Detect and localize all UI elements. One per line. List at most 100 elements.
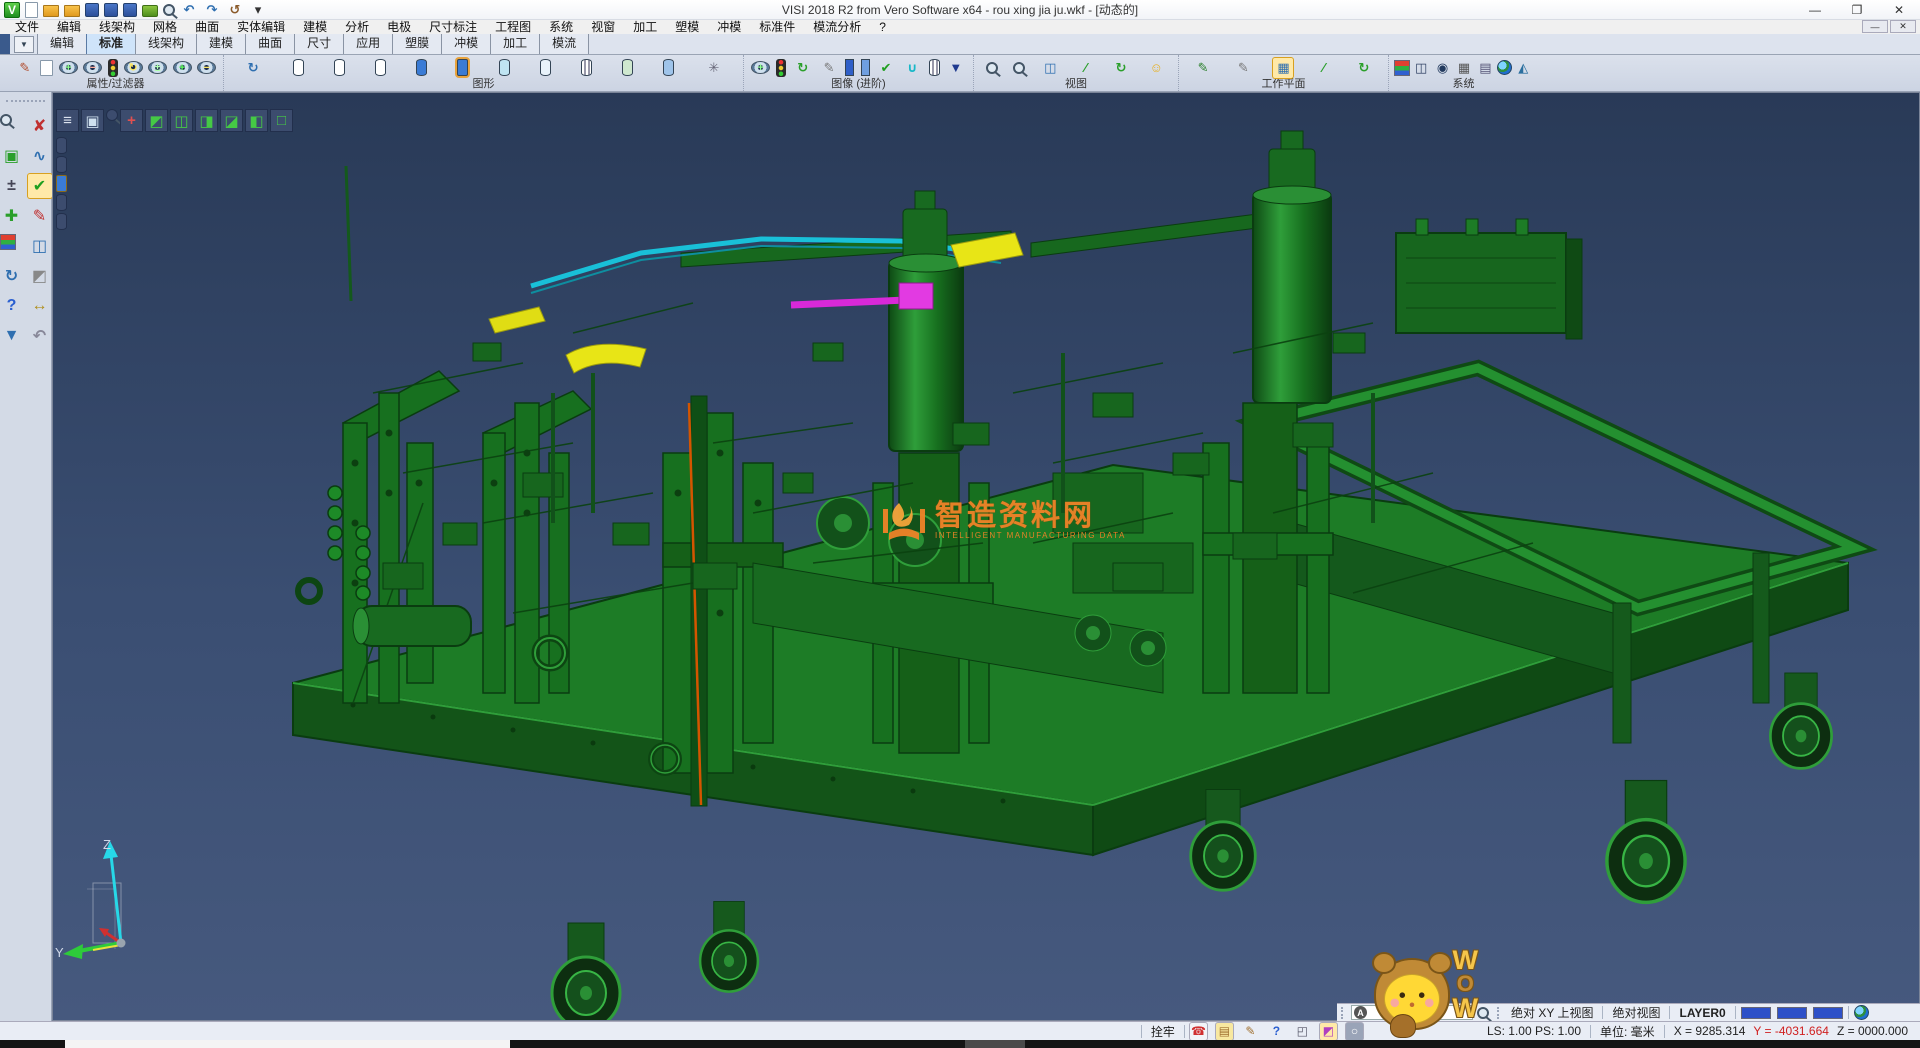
toolbar-grip[interactable] — [1341, 1007, 1347, 1019]
new-file-icon[interactable] — [25, 2, 38, 18]
redo-icon[interactable]: ↷ — [203, 1, 221, 19]
dynamic-axes-icon[interactable]: ✚ — [0, 204, 24, 228]
menu-drawing[interactable]: 工程图 — [486, 20, 540, 34]
recycle-bin-icon[interactable]: ▼ — [0, 324, 24, 348]
layer-recycle-icon[interactable] — [622, 59, 633, 76]
layer-slot-3-icon[interactable] — [56, 194, 67, 211]
print-icon[interactable] — [142, 5, 158, 17]
notes-icon[interactable]: ▤ — [1216, 1023, 1233, 1040]
world-status-icon[interactable] — [1854, 1005, 1869, 1020]
bar-solid-icon[interactable] — [845, 59, 854, 76]
check-visible-icon[interactable]: ✔ — [876, 58, 896, 78]
layer-current-icon[interactable] — [457, 59, 468, 76]
measure-distance-icon[interactable]: ↔ — [28, 294, 52, 318]
active-layer-button[interactable]: LAYER0 — [1675, 1006, 1729, 1020]
lock-toggle[interactable]: 拴牢 — [1147, 1023, 1179, 1040]
menu-window[interactable]: 视窗 — [582, 20, 624, 34]
layers-palette-icon[interactable] — [0, 234, 16, 250]
minimize-button[interactable]: — — [1794, 0, 1836, 19]
menu-die[interactable]: 冲模 — [708, 20, 750, 34]
maximize-button[interactable]: ❐ — [1836, 0, 1878, 19]
shading-cube-icon[interactable]: ◩ — [28, 264, 52, 288]
layer-clip-slot-icon[interactable] — [56, 213, 67, 230]
right-view-icon[interactable]: ◪ — [220, 109, 243, 132]
zoom-inout-icon[interactable]: ± — [0, 174, 24, 198]
view-mode-button[interactable]: 绝对 XY 上视图 — [1507, 1004, 1597, 1021]
show-all-icon[interactable]: + — [173, 61, 192, 74]
layer-clip-icon[interactable] — [581, 59, 592, 76]
menu-standard-parts[interactable]: 标准件 — [750, 20, 804, 34]
open-model-icon[interactable] — [64, 5, 80, 17]
refresh-layers-icon[interactable]: ↻ — [243, 58, 263, 78]
layer-slot-2-icon[interactable] — [56, 156, 67, 173]
layer-tools-icon[interactable]: ✳ — [704, 58, 724, 78]
close-button[interactable]: ✕ — [1878, 0, 1920, 19]
regen-view-icon[interactable]: ↻ — [0, 264, 24, 288]
layer-pale-icon[interactable] — [540, 59, 551, 76]
traffic-advanced-icon[interactable] — [776, 59, 786, 77]
undo-last-icon[interactable]: ↶ — [28, 324, 52, 348]
world-icon[interactable] — [1497, 60, 1512, 75]
toolbar-grip[interactable] — [6, 100, 45, 108]
menu-electrode[interactable]: 电极 — [378, 20, 420, 34]
tab-mould[interactable]: 塑膜 — [392, 31, 442, 54]
drafting-window-icon[interactable]: ◫ — [28, 234, 52, 258]
save-all-icon[interactable] — [123, 3, 137, 17]
tab-wireframe[interactable]: 线架构 — [135, 31, 197, 54]
layer-slot-1-icon[interactable] — [56, 137, 67, 154]
3d-viewport[interactable]: ≡▣+◩◫◨◪◧□ Z Y — [52, 92, 1920, 1021]
menu-wireframe[interactable]: 线架构 — [90, 20, 144, 34]
macro-icon[interactable]: ↺ — [226, 1, 244, 19]
tab-apply[interactable]: 应用 — [343, 31, 393, 54]
preview-zoom-icon[interactable] — [0, 114, 12, 126]
layer-empty-2-icon[interactable] — [334, 59, 345, 76]
absolute-view-button[interactable]: 绝对视图 — [1608, 1004, 1664, 1021]
assistant-avatar[interactable]: A — [1354, 1006, 1367, 1019]
layer-transfer-icon[interactable] — [663, 59, 674, 76]
pixel-grid-icon[interactable] — [1394, 60, 1410, 76]
section-line-icon[interactable]: ∕ — [1076, 58, 1096, 78]
color-swatch-2[interactable] — [1777, 1007, 1807, 1019]
open-file-icon[interactable] — [43, 5, 59, 17]
menu-surface[interactable]: 曲面 — [186, 20, 228, 34]
menu-help[interactable]: ? — [870, 20, 895, 34]
menu-analysis[interactable]: 分析 — [336, 20, 378, 34]
monitor-icon[interactable]: ◫ — [1411, 58, 1431, 78]
app-logo-icon[interactable]: V — [4, 2, 20, 18]
menu-flow-analysis[interactable]: 模流分析 — [804, 20, 870, 34]
rotate-view-icon[interactable]: ↻ — [1111, 58, 1131, 78]
color-swatch-1[interactable] — [1741, 1007, 1771, 1019]
fit-view-icon[interactable]: ▣ — [81, 109, 104, 132]
viewports-icon[interactable]: ◫ — [1040, 58, 1060, 78]
layer-light-icon[interactable] — [499, 59, 510, 76]
zoom-curve-icon[interactable] — [1013, 62, 1025, 74]
axonometric-icon[interactable]: + — [120, 109, 143, 132]
clip-u-icon[interactable]: ∪ — [902, 58, 922, 78]
menu-mesh[interactable]: 网格 — [144, 20, 186, 34]
sketch-spline-icon[interactable]: ∿ — [28, 144, 52, 168]
view-menu-icon[interactable]: ≡ — [56, 109, 79, 132]
export-package-icon[interactable]: ◰ — [1294, 1023, 1311, 1040]
workplane-axis-icon[interactable]: ∕ — [1314, 58, 1334, 78]
filter-funnel-icon[interactable]: ▼ — [946, 58, 966, 78]
show-entities-icon[interactable]: + — [59, 61, 78, 74]
mdi-close-button[interactable]: ✕ — [1890, 20, 1916, 33]
save-icon[interactable] — [85, 3, 99, 17]
show-hide-toggle-icon[interactable]: ± — [148, 61, 167, 74]
tab-surface[interactable]: 曲面 — [245, 31, 295, 54]
preview-dark-icon[interactable]: ◉ — [1433, 58, 1453, 78]
layer-empty-3-icon[interactable] — [375, 59, 386, 76]
tab-edit[interactable]: 编辑 — [37, 31, 87, 54]
attribute-copy-icon[interactable] — [40, 60, 53, 76]
delete-entity-icon[interactable]: ✘ — [28, 114, 52, 138]
iso-view-icon[interactable]: ◩ — [145, 109, 168, 132]
taskbar-app-segment[interactable] — [65, 1040, 510, 1048]
filter-traffic-icon[interactable] — [108, 59, 118, 77]
attribute-paint-icon[interactable]: ✎ — [15, 58, 35, 78]
menu-system[interactable]: 系统 — [540, 20, 582, 34]
fit-window-icon[interactable]: ▣ — [0, 144, 24, 168]
visibility-advanced-icon[interactable]: + — [751, 61, 770, 74]
menu-modeling[interactable]: 建模 — [294, 20, 336, 34]
top-view-icon[interactable]: ◫ — [170, 109, 193, 132]
tab-dropdown-button[interactable]: ▼ — [14, 36, 34, 53]
